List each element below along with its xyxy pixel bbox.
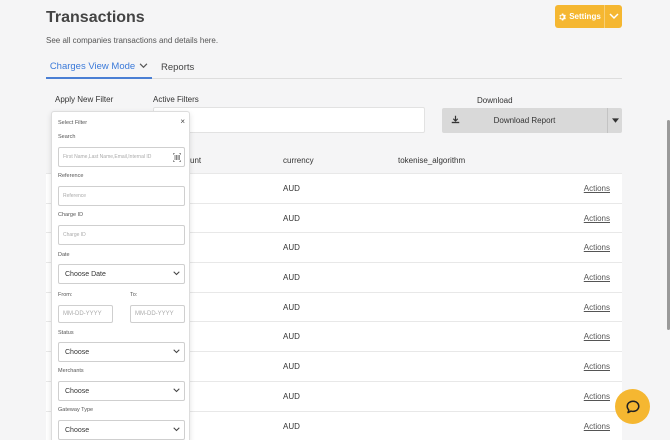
chat-support-button[interactable]: [615, 389, 650, 424]
settings-dropdown-toggle[interactable]: [605, 5, 622, 28]
chevron-down-icon: [608, 13, 619, 20]
barcode-scan-icon[interactable]: [173, 153, 181, 162]
column-header-tokenise-algorithm[interactable]: tokenise_algorithm: [398, 156, 465, 165]
date-select[interactable]: Choose Date: [58, 264, 185, 284]
currency-cell: AUD: [283, 332, 300, 342]
page-subtitle: See all companies transactions and detai…: [46, 36, 219, 45]
filter-panel-title: Select Filter: [58, 120, 88, 126]
download-icon: [451, 115, 460, 124]
view-tabs: Charges View Mode Reports: [46, 55, 622, 79]
active-filters-box: [153, 107, 425, 133]
currency-cell: AUD: [283, 243, 300, 253]
from-date-placeholder: MM-DD-YYYY: [63, 311, 102, 317]
currency-cell: AUD: [283, 421, 300, 431]
search-input[interactable]: First Name,Last Name,Email,Internal ID: [58, 147, 185, 167]
apply-filter-label[interactable]: Apply New Filter: [55, 95, 113, 104]
reference-placeholder: Reference: [63, 193, 87, 199]
actions-link[interactable]: Actions: [584, 214, 610, 223]
status-select-value: Choose: [65, 348, 90, 356]
chevron-down-icon: [173, 349, 180, 354]
download-report-button[interactable]: Download Report: [442, 108, 607, 133]
active-filters-label: Active Filters: [153, 95, 199, 104]
gateway-type-select-value: Choose: [65, 426, 90, 434]
select-filter-panel: Select Filter × Search First Name,Last N…: [51, 111, 190, 440]
chevron-down-icon: [139, 63, 148, 69]
close-icon[interactable]: ×: [180, 117, 185, 126]
download-report-group: Download Report: [442, 108, 622, 133]
to-date-input[interactable]: MM-DD-YYYY: [130, 305, 185, 323]
tab-reports-label: Reports: [161, 61, 195, 73]
merchants-label: Merchants: [58, 368, 84, 374]
chevron-down-icon: [173, 271, 180, 276]
charge-id-placeholder: Charge ID: [63, 232, 86, 238]
settings-button[interactable]: Settings: [555, 5, 605, 28]
search-placeholder: First Name,Last Name,Email,Internal ID: [63, 154, 152, 160]
merchants-select[interactable]: Choose: [58, 381, 185, 401]
charge-id-label: Charge ID: [58, 212, 84, 218]
date-select-value: Choose Date: [65, 270, 106, 278]
download-report-label: Download Report: [493, 116, 556, 125]
from-date-input[interactable]: MM-DD-YYYY: [58, 305, 113, 323]
settings-label: Settings: [569, 12, 601, 21]
search-label: Search: [58, 134, 76, 140]
actions-link[interactable]: Actions: [584, 303, 610, 312]
settings-button-group: Settings: [555, 5, 622, 28]
actions-link[interactable]: Actions: [584, 273, 610, 282]
status-label: Status: [58, 330, 74, 336]
caret-down-icon: [611, 118, 619, 123]
actions-link[interactable]: Actions: [584, 422, 610, 431]
page-title: Transactions: [46, 9, 145, 26]
currency-cell: AUD: [283, 302, 300, 312]
tab-charges-label: Charges View Mode: [49, 60, 136, 72]
tab-reports[interactable]: Reports: [161, 55, 194, 79]
currency-cell: AUD: [283, 273, 300, 283]
reference-label: Reference: [58, 173, 84, 179]
chevron-down-icon: [173, 427, 180, 432]
reference-input[interactable]: Reference: [58, 186, 185, 206]
download-label: Download: [477, 96, 513, 105]
to-label: To:: [130, 292, 138, 298]
status-select[interactable]: Choose: [58, 342, 185, 362]
merchants-select-value: Choose: [65, 387, 90, 395]
actions-link[interactable]: Actions: [584, 243, 610, 252]
currency-cell: AUD: [283, 213, 300, 223]
download-dropdown-toggle[interactable]: [607, 108, 622, 133]
tab-charges-view-mode[interactable]: Charges View Mode: [46, 55, 152, 79]
actions-link[interactable]: Actions: [584, 362, 610, 371]
charge-id-input[interactable]: Charge ID: [58, 225, 185, 245]
chat-icon: [625, 399, 640, 413]
currency-cell: AUD: [283, 362, 300, 372]
currency-cell: AUD: [283, 391, 300, 401]
gateway-type-select[interactable]: Choose: [58, 420, 185, 440]
date-label: Date: [58, 252, 70, 258]
actions-link[interactable]: Actions: [584, 392, 610, 401]
gateway-type-label: Gateway Type: [58, 407, 94, 413]
currency-cell: AUD: [283, 184, 300, 193]
to-date-placeholder: MM-DD-YYYY: [135, 311, 174, 317]
column-header-amount[interactable]: unt: [190, 156, 201, 165]
gear-icon: [559, 13, 567, 20]
transactions-page: Transactions See all companies transacti…: [0, 0, 670, 440]
actions-link[interactable]: Actions: [584, 332, 610, 341]
chevron-down-icon: [173, 388, 180, 393]
from-label: From:: [58, 292, 73, 298]
column-header-currency[interactable]: currency: [283, 156, 314, 165]
actions-link[interactable]: Actions: [584, 184, 610, 193]
